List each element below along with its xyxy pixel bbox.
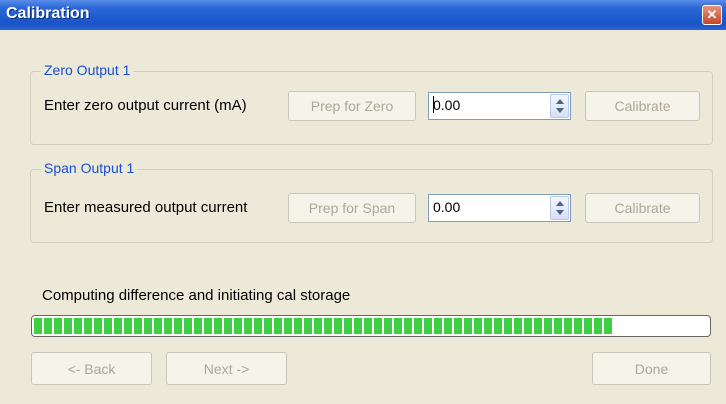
zero-output-label: Enter zero output current (mA) — [44, 97, 247, 114]
title-bar[interactable]: Calibration ✕ — [0, 0, 726, 30]
back-button[interactable]: <- Back — [31, 352, 152, 385]
status-text: Computing difference and initiating cal … — [42, 287, 351, 304]
zero-calibrate-button[interactable]: Calibrate — [585, 91, 700, 121]
span-output-label: Enter measured output current — [44, 199, 248, 216]
zero-value-spinner[interactable]: 0.00 — [428, 92, 571, 120]
zero-value: 0.00 — [433, 97, 461, 113]
close-icon: ✕ — [706, 7, 718, 22]
zero-output-legend: Zero Output 1 — [41, 62, 134, 78]
spinner-down-icon — [556, 210, 564, 215]
span-calibrate-button[interactable]: Calibrate — [585, 193, 700, 223]
spinner-up-icon — [556, 201, 564, 206]
zero-spinner-arrows[interactable] — [550, 94, 569, 118]
spinner-down-icon — [556, 108, 564, 113]
progress-bar — [31, 315, 711, 337]
prep-for-zero-button[interactable]: Prep for Zero — [288, 91, 416, 121]
span-spinner-arrows[interactable] — [550, 196, 569, 220]
done-button[interactable]: Done — [592, 352, 711, 385]
progress-fill — [34, 318, 614, 334]
prep-for-span-button[interactable]: Prep for Span — [288, 193, 416, 223]
span-value-spinner[interactable]: 0.00 — [428, 194, 571, 222]
window-title: Calibration — [6, 5, 90, 22]
span-output-legend: Span Output 1 — [41, 160, 138, 176]
text-caret — [433, 96, 434, 113]
calibration-window: Calibration ✕ Zero Output 1 Enter zero o… — [0, 0, 726, 404]
span-value: 0.00 — [433, 199, 461, 215]
next-button[interactable]: Next -> — [166, 352, 287, 385]
close-button[interactable]: ✕ — [702, 5, 722, 25]
spinner-up-icon — [556, 99, 564, 104]
